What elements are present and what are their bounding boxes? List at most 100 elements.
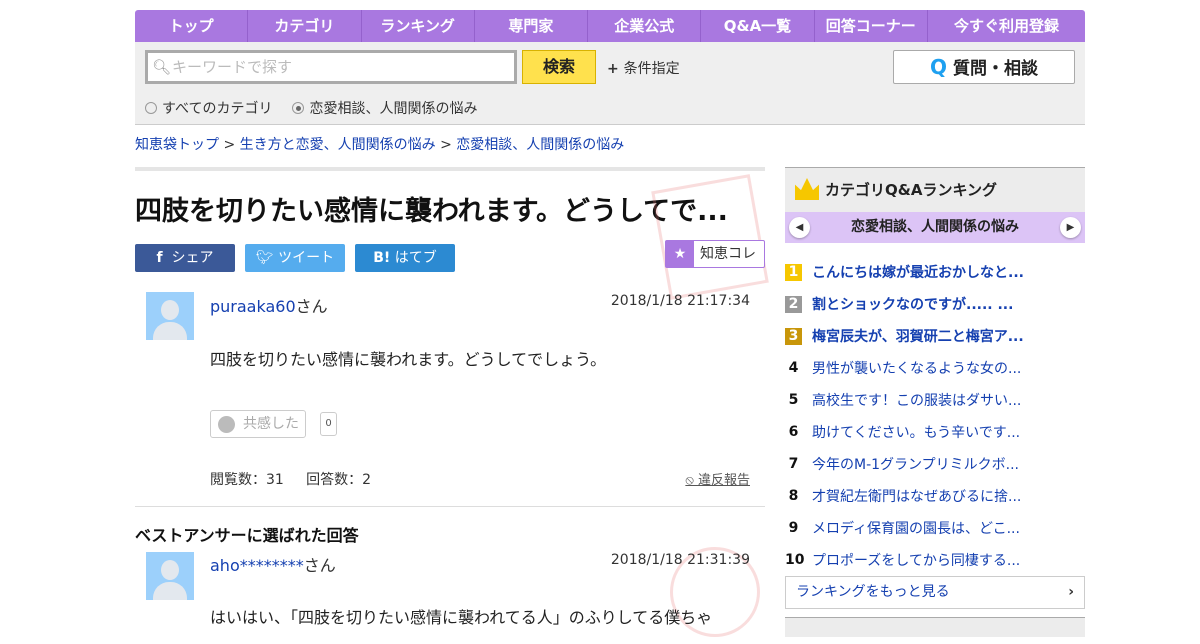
ranking-item[interactable]: 1 こんにちは嫁が最近おかしなと...	[785, 256, 1085, 288]
ranking-item[interactable]: 3 梅宮辰夫が、羽賀研二と梅宮ア...	[785, 320, 1085, 352]
nav-experts[interactable]: 専門家	[475, 10, 589, 42]
radio-icon	[145, 102, 157, 114]
hatena-bookmark-button[interactable]: B! はてブ	[355, 244, 455, 272]
ranking-item-link[interactable]: プロポーズをしてから同棲する...	[812, 550, 1020, 570]
answer-user: aho********さん	[210, 556, 336, 575]
ranking-header: カテゴリQ&Aランキング	[785, 167, 1085, 212]
avatar	[146, 552, 194, 600]
ranking-item-link[interactable]: 今年のM-1グランプリミルクボ...	[812, 454, 1019, 474]
hatena-icon: B!	[373, 250, 391, 266]
chiekore-button[interactable]: ★ 知恵コレ	[665, 240, 765, 268]
question-post: puraaka60さん 2018/1/18 21:17:34 四肢を切りたい感情…	[135, 292, 765, 507]
answer-count: 回答数：2	[306, 472, 372, 488]
best-answer-heading: ベストアンサーに選ばれた回答	[135, 526, 359, 545]
global-nav: トップ カテゴリ ランキング 専門家 企業公式 Q&A一覧 回答コーナー 今すぐ…	[135, 10, 1085, 42]
user-link[interactable]: puraaka60	[210, 297, 296, 316]
ranking-item[interactable]: 9 メロディ保育園の園長は、どこ...	[785, 512, 1085, 544]
breadcrumb-link[interactable]: 生き方と恋愛、人間関係の悩み	[240, 137, 436, 153]
ask-label: 質問・相談	[952, 59, 1038, 79]
breadcrumb-link[interactable]: 恋愛相談、人間関係の悩み	[456, 137, 624, 153]
search-button[interactable]: 検索	[522, 50, 596, 84]
ranking-category-bar: ◀ 恋愛相談、人間関係の悩み ▶	[785, 212, 1085, 243]
answer-date: 2018/1/18 21:31:39	[610, 552, 750, 568]
nav-official[interactable]: 企業公式	[588, 10, 702, 42]
nav-ranking[interactable]: ランキング	[362, 10, 475, 42]
rank-number: 1	[785, 263, 802, 281]
rank-number: 9	[788, 519, 799, 536]
ranking-item[interactable]: 5 高校生です！この服装はダサい...	[785, 384, 1085, 416]
post-date: 2018/1/18 21:17:34	[610, 293, 750, 309]
ranking-category: 恋愛相談、人間関係の悩み	[851, 219, 1019, 235]
ranking-item-link[interactable]: メロディ保育園の園長は、どこ...	[812, 518, 1020, 538]
nav-answer-corner[interactable]: 回答コーナー	[815, 10, 928, 42]
search-input[interactable]: 🔍︎ キーワードで探す	[145, 50, 517, 84]
rank-number: 5	[788, 391, 799, 408]
facebook-share-button[interactable]: f シェア	[135, 244, 235, 272]
nav-qa-list[interactable]: Q&A一覧	[701, 10, 815, 42]
breadcrumb: 知恵袋トップ > 生き方と恋愛、人間関係の悩み > 恋愛相談、人間関係の悩み	[135, 137, 625, 153]
ranking-item-link[interactable]: 高校生です！この服装はダサい...	[812, 390, 1021, 410]
divider	[135, 167, 765, 171]
next-section-header	[785, 617, 1085, 637]
condition-link[interactable]: + 条件指定	[607, 58, 680, 78]
rank-number: 10	[785, 551, 805, 568]
q-icon: Q	[930, 55, 948, 79]
radio-this-category[interactable]: 恋愛相談、人間関係の悩み	[292, 98, 477, 118]
next-arrow-icon[interactable]: ▶	[1060, 217, 1081, 238]
ranking-item-link[interactable]: こんにちは嫁が最近おかしなと...	[812, 262, 1024, 282]
user-link[interactable]: aho********	[210, 556, 304, 575]
rank-number: 2	[785, 295, 802, 313]
ranking-sidebar: カテゴリQ&Aランキング ◀ 恋愛相談、人間関係の悩み ▶ 1 こんにちは嫁が最近…	[785, 167, 1085, 637]
radio-all-categories[interactable]: すべてのカテゴリ	[145, 98, 272, 118]
report-link[interactable]: ⦸ 違反報告	[685, 469, 750, 488]
prohibited-icon: ⦸	[685, 473, 698, 488]
empathy-button[interactable]: 共感した	[210, 410, 306, 438]
search-placeholder: キーワードで探す	[172, 58, 293, 76]
rank-number: 4	[788, 359, 799, 376]
ranking-item-link[interactable]: 才賀紀左衛門はなぜあびるに捨...	[812, 486, 1021, 506]
ranking-item-link[interactable]: 男性が襲いたくなるような女の...	[812, 358, 1021, 378]
twitter-icon: 🐦︎	[255, 250, 274, 266]
chevron-right-icon: ›	[1068, 584, 1074, 600]
ranking-item[interactable]: 4 男性が襲いたくなるような女の...	[785, 352, 1085, 384]
question-body: 四肢を切りたい感情に襲われます。どうしてでしょう。	[210, 350, 607, 369]
view-count: 閲覧数：31	[210, 472, 284, 488]
nav-register[interactable]: 今すぐ利用登録	[928, 10, 1085, 42]
ranking-item-link[interactable]: 梅宮辰夫が、羽賀研二と梅宮ア...	[812, 326, 1024, 346]
best-answer-post: aho********さん 2018/1/18 21:31:39 はいはい、「四…	[135, 552, 765, 632]
ranking-list: 1 こんにちは嫁が最近おかしなと... 2 割とショックなのですが..... ... 3…	[785, 256, 1085, 576]
tweet-button[interactable]: 🐦︎ ツイート	[245, 244, 345, 272]
answer-body: はいはい、「四肢を切りたい感情に襲われてる人」のふりしてる僕ちゃ	[210, 608, 713, 627]
ranking-item[interactable]: 7 今年のM-1グランプリミルクボ...	[785, 448, 1085, 480]
stamp-watermark	[651, 174, 769, 300]
ranking-item-link[interactable]: 助けてください。もう辛いです...	[812, 422, 1020, 442]
ask-question-button[interactable]: Q 質問・相談	[893, 50, 1075, 84]
prev-arrow-icon[interactable]: ◀	[789, 217, 810, 238]
ranking-item[interactable]: 2 割とショックなのですが..... ...	[785, 288, 1085, 320]
ranking-item[interactable]: 10 プロポーズをしてから同棲する...	[785, 544, 1085, 576]
nav-top[interactable]: トップ	[135, 10, 249, 42]
avatar	[146, 292, 194, 340]
more-ranking-link[interactable]: ランキングをもっと見る ›	[785, 576, 1085, 609]
rank-number: 8	[788, 487, 799, 504]
empathy-count: 0	[320, 412, 337, 436]
breadcrumb-link[interactable]: 知恵袋トップ	[135, 137, 219, 153]
plus-icon: +	[607, 61, 624, 77]
star-icon: ★	[666, 241, 694, 267]
facebook-icon: f	[156, 250, 163, 266]
condition-label: 条件指定	[623, 61, 680, 77]
radio-checked-icon	[292, 102, 305, 114]
ranking-item[interactable]: 6 助けてください。もう辛いです...	[785, 416, 1085, 448]
search-bar: 🔍︎ キーワードで探す 検索 + 条件指定 Q 質問・相談 すべてのカテゴリ 恋愛…	[135, 42, 1085, 125]
search-icon: 🔍︎	[152, 58, 172, 76]
smiley-icon	[218, 416, 235, 433]
rank-number: 3	[785, 327, 802, 345]
radio-label: すべてのカテゴリ	[162, 101, 273, 117]
stats: 閲覧数：31 回答数：2	[210, 469, 371, 489]
nav-category[interactable]: カテゴリ	[248, 10, 362, 42]
question-user: puraaka60さん	[210, 297, 328, 316]
ranking-item[interactable]: 8 才賀紀左衛門はなぜあびるに捨...	[785, 480, 1085, 512]
rank-number: 7	[788, 455, 799, 472]
radio-label: 恋愛相談、人間関係の悩み	[309, 101, 478, 117]
ranking-item-link[interactable]: 割とショックなのですが..... ...	[812, 294, 1013, 314]
